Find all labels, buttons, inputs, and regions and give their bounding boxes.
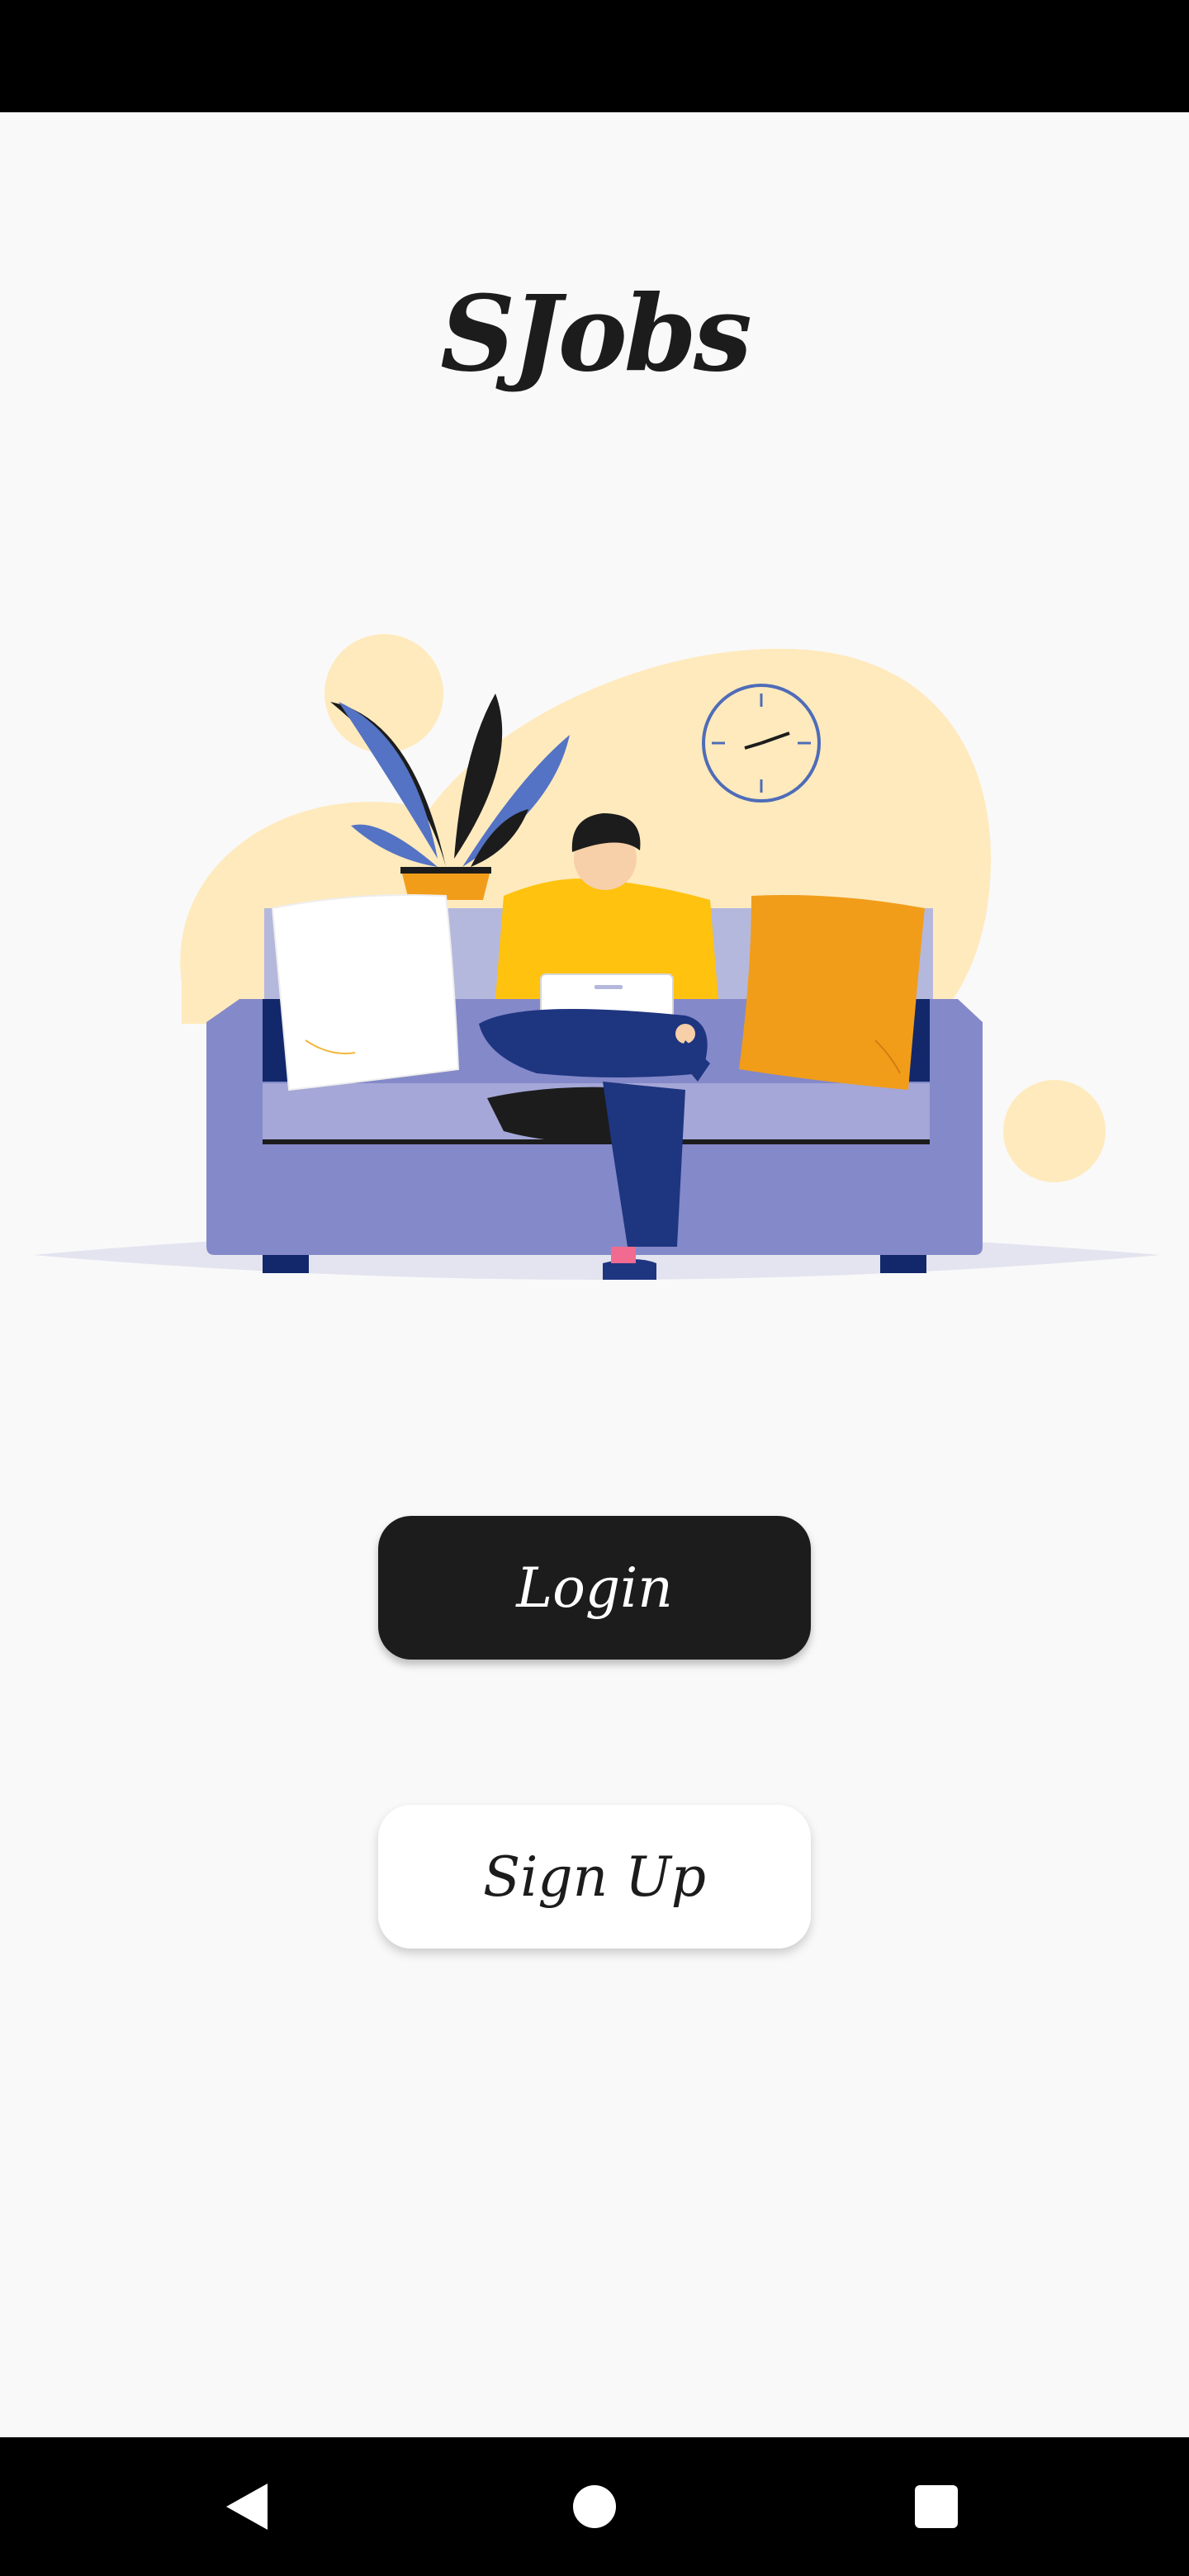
recents-icon[interactable]	[915, 2485, 958, 2528]
back-icon[interactable]	[226, 2484, 268, 2530]
status-bar	[0, 0, 1189, 112]
login-button[interactable]: Login	[378, 1516, 811, 1660]
app-title: SJobs	[440, 272, 752, 395]
sign-up-button[interactable]: Sign Up	[378, 1805, 811, 1949]
home-icon[interactable]	[573, 2485, 616, 2528]
hero-illustration	[25, 611, 1172, 1329]
